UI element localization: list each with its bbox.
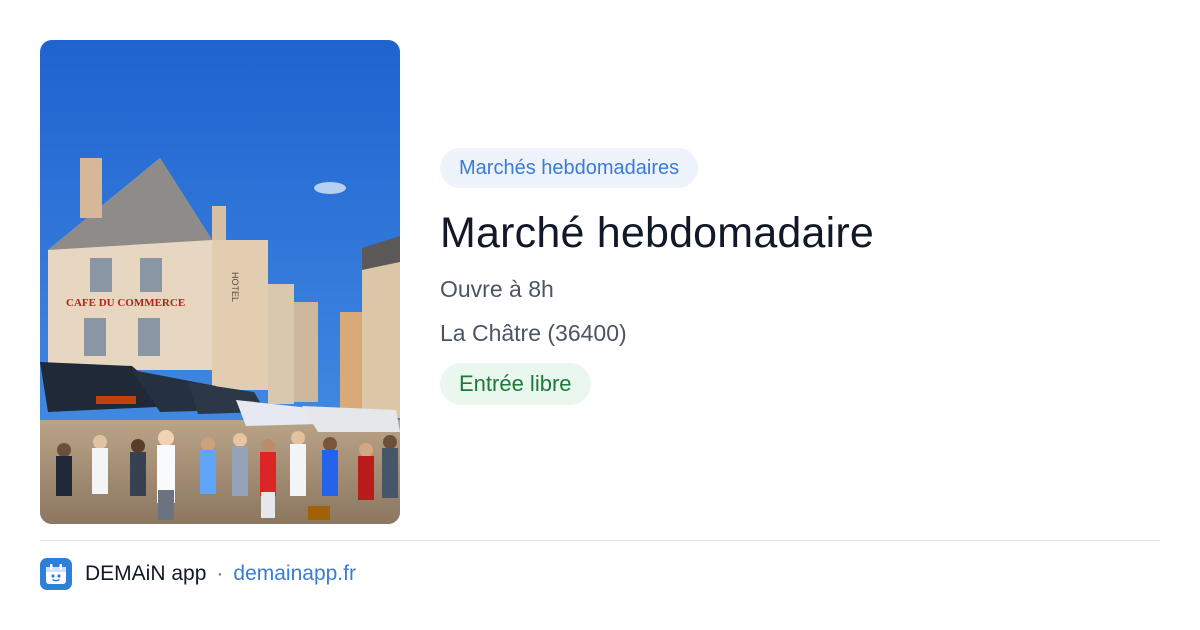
site-link[interactable]: demainapp.fr <box>233 562 356 586</box>
footer-separator: · <box>216 562 224 585</box>
event-title: Marché hebdomadaire <box>440 209 875 257</box>
opening-time: Ouvre à 8h <box>440 276 554 302</box>
category-badge[interactable]: Marchés hebdomadaires <box>440 148 699 188</box>
hotel-sign: HOTEL <box>230 272 240 302</box>
app-logo-icon <box>40 558 72 590</box>
footer-divider <box>40 540 1160 541</box>
cafe-sign: CAFE DU COMMERCE <box>66 297 185 309</box>
event-info: Marchés hebdomadaires Marché hebdomadair… <box>440 148 1160 405</box>
event-photo: CAFE DU COMMERCE HOTEL <box>40 40 400 524</box>
entry-badge: Entrée libre <box>440 363 591 405</box>
footer: DEMAiN app · demainapp.fr <box>40 558 356 590</box>
app-name: DEMAiN app <box>85 562 207 585</box>
event-location: La Châtre (36400) <box>440 320 627 346</box>
